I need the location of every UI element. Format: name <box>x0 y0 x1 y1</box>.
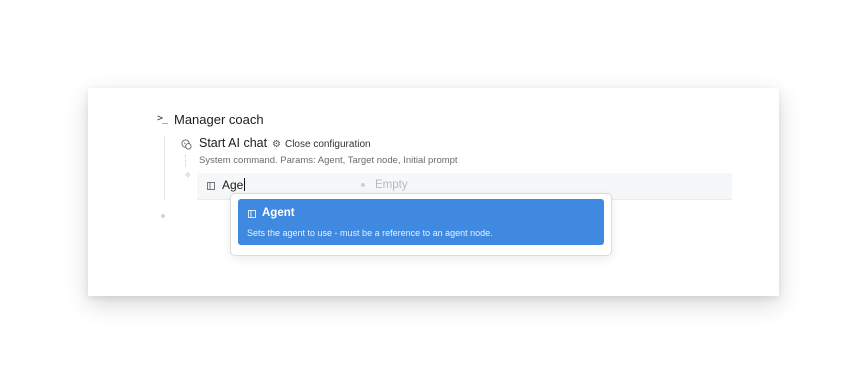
param-name-input[interactable]: Age <box>222 178 342 192</box>
gear-icon: ⚙ <box>272 138 281 150</box>
autocomplete-dropdown: Agent Sets the agent to use - must be a … <box>230 193 612 256</box>
command-title: Start AI chat <box>199 136 268 150</box>
close-configuration-label: Close configuration <box>284 139 371 150</box>
sidebar-panel-icon <box>248 210 256 218</box>
editor-card: >_ Manager coach Start AI chat ⚙ Close c… <box>88 88 779 296</box>
command-description: System command. Params: Agent, Target no… <box>199 155 458 166</box>
param-value-placeholder[interactable]: Empty <box>375 179 408 191</box>
dropdown-option-label: Agent <box>262 207 295 219</box>
dropdown-option-description: Sets the agent to use - must be a refere… <box>247 228 493 238</box>
sparkle-icon: ✧ <box>184 170 192 180</box>
ai-chat-icon <box>181 139 192 150</box>
dropdown-option-agent[interactable]: Agent Sets the agent to use - must be a … <box>238 199 604 245</box>
block-title[interactable]: Manager coach <box>174 112 264 127</box>
sidebar-panel-icon <box>207 182 215 190</box>
terminal-icon: >_ <box>157 113 168 124</box>
text-caret <box>244 178 246 191</box>
close-configuration-button[interactable]: ⚙ Close configuration <box>272 139 371 150</box>
new-block-bullet[interactable] <box>161 214 165 218</box>
empty-dot-icon <box>361 183 365 187</box>
tree-guide-line <box>164 136 165 200</box>
tree-dotted-connector <box>185 155 187 167</box>
param-name-value: Age <box>222 178 244 192</box>
